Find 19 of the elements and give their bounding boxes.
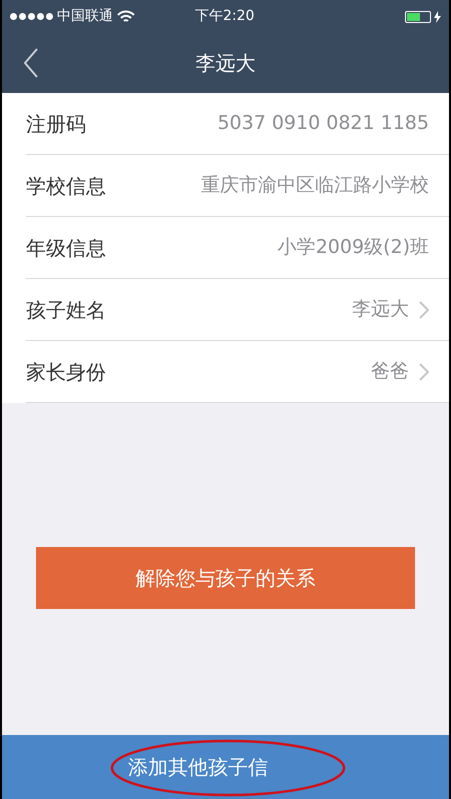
row-label: 家长身份 <box>26 358 106 386</box>
row-value: 5037 0910 0821 1185 <box>217 111 429 136</box>
row-value: 小学2009级(2)班 <box>278 235 429 260</box>
row-value: 爸爸 <box>371 359 409 384</box>
row-label: 学校信息 <box>26 172 106 200</box>
charging-icon <box>434 10 441 22</box>
battery-icon <box>405 10 431 22</box>
info-row[interactable]: 孩子姓名 李远大 <box>26 279 449 341</box>
status-time: 下午2:20 <box>195 7 254 26</box>
signal-icon <box>10 13 53 20</box>
carrier-label: 中国联通 <box>57 7 113 26</box>
row-value: 李远大 <box>352 297 409 322</box>
wifi-icon <box>117 10 135 24</box>
row-label: 注册码 <box>26 110 86 138</box>
info-row[interactable]: 家长身份 爸爸 <box>26 341 449 403</box>
row-value: 重庆市渝中区临江路小学校 <box>201 173 429 198</box>
nav-title: 李远大 <box>196 50 256 77</box>
row-label: 年级信息 <box>26 234 106 262</box>
row-label: 孩子姓名 <box>26 296 106 324</box>
